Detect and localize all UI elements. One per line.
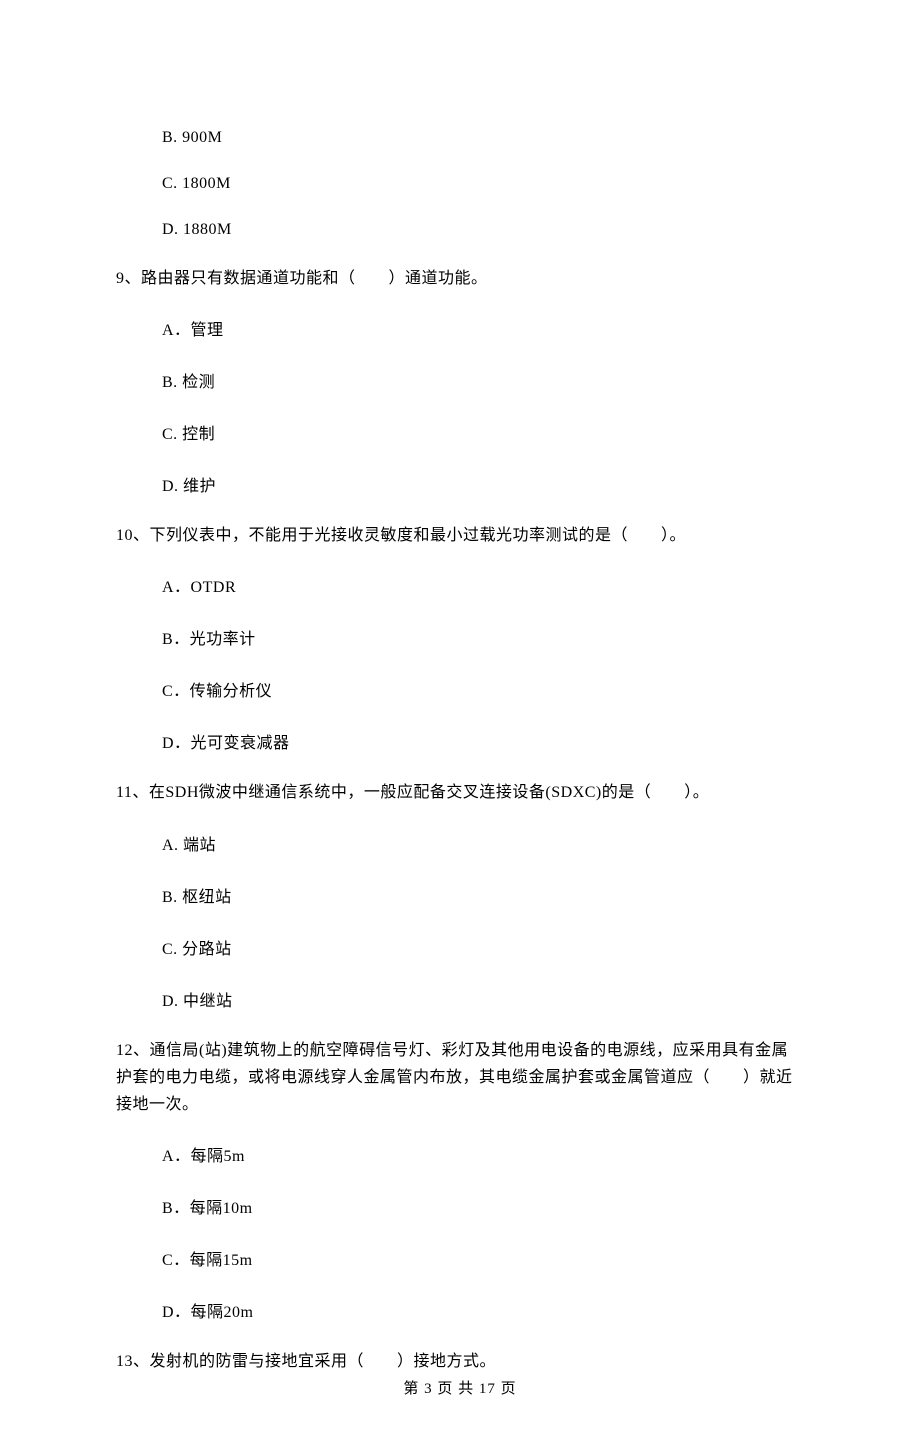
question-12-options: A．每隔5m B．每隔10m C．每隔15m D．每隔20m [162, 1128, 804, 1336]
question-12: 12、通信局(站)建筑物上的航空障碍信号灯、彩灯及其他用电设备的电源线，应采用具… [116, 1025, 804, 1129]
question-11: 11、在SDH微波中继通信系统中，一般应配备交叉连接设备(SDXC)的是（ ）。 [116, 767, 804, 816]
option-item: D．光可变衰减器 [162, 715, 804, 767]
option-item: B. 枢纽站 [162, 869, 804, 921]
option-item: C．传输分析仪 [162, 663, 804, 715]
option-item: A. 端站 [162, 817, 804, 869]
option-item: C. 1800M [162, 161, 804, 207]
option-item: A．每隔5m [162, 1128, 804, 1180]
option-item: D. 中继站 [162, 973, 804, 1025]
question-9-options: A．管理 B. 检测 C. 控制 D. 维护 [162, 302, 804, 510]
question-10: 10、下列仪表中，不能用于光接收灵敏度和最小过载光功率测试的是（ ）。 [116, 510, 804, 559]
question-13: 13、发射机的防雷与接地宜采用（ ）接地方式。 [116, 1336, 804, 1377]
option-item: B．光功率计 [162, 611, 804, 663]
option-item: A．OTDR [162, 559, 804, 611]
page-footer: 第 3 页 共 17 页 [116, 1377, 804, 1398]
option-item: B. 检测 [162, 354, 804, 406]
option-item: C. 控制 [162, 406, 804, 458]
question-11-options: A. 端站 B. 枢纽站 C. 分路站 D. 中继站 [162, 817, 804, 1025]
option-item: D．每隔20m [162, 1284, 804, 1336]
option-item: D. 1880M [162, 207, 804, 253]
question-10-options: A．OTDR B．光功率计 C．传输分析仪 D．光可变衰减器 [162, 559, 804, 767]
option-item: C．每隔15m [162, 1232, 804, 1284]
question-9: 9、路由器只有数据通道功能和（ ）通道功能。 [116, 253, 804, 302]
option-item: B．每隔10m [162, 1180, 804, 1232]
option-item: B. 900M [162, 115, 804, 161]
pre-question-options: B. 900M C. 1800M D. 1880M [162, 115, 804, 253]
option-item: C. 分路站 [162, 921, 804, 973]
option-item: D. 维护 [162, 458, 804, 510]
document-page: B. 900M C. 1800M D. 1880M 9、路由器只有数据通道功能和… [0, 0, 920, 1443]
option-item: A．管理 [162, 302, 804, 354]
